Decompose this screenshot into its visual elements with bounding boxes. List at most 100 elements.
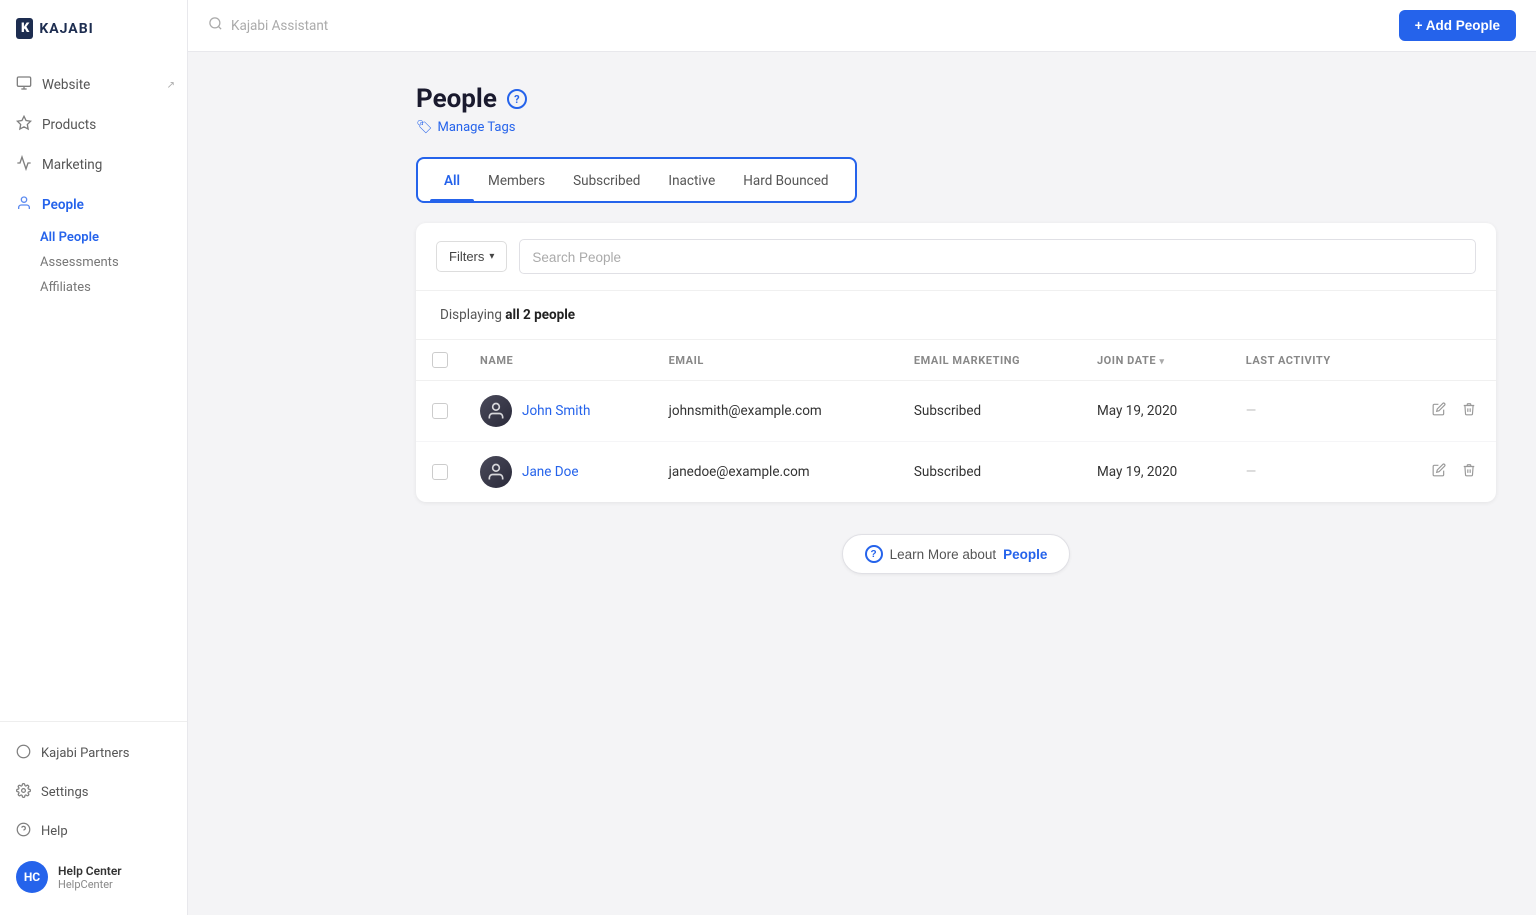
- sidebar-sub-people: All People Assessments Affiliates: [0, 225, 187, 300]
- search-area[interactable]: Kajabi Assistant: [208, 16, 328, 35]
- person-email: janedoe@example.com: [669, 464, 810, 480]
- th-join-date[interactable]: JOIN DATE ▾: [1081, 340, 1230, 381]
- tag-icon: 🏷: [416, 120, 433, 135]
- filters-button[interactable]: Filters ▾: [436, 241, 507, 272]
- learn-more-row: ? Learn More about People: [416, 502, 1496, 590]
- external-link-icon: ↗: [167, 80, 175, 91]
- sidebar-item-marketing[interactable]: Marketing: [0, 145, 187, 185]
- person-email-marketing: Subscribed: [914, 403, 981, 419]
- tab-members[interactable]: Members: [474, 159, 559, 201]
- displaying-count: Displaying all 2 people: [416, 291, 1496, 339]
- person-email-marketing: Subscribed: [914, 464, 981, 480]
- sort-icon: ▾: [1159, 357, 1164, 367]
- partners-icon: [16, 744, 31, 763]
- row-checkbox-cell: [416, 442, 464, 503]
- sidebar-item-all-people[interactable]: All People: [40, 225, 187, 250]
- people-table: NAME EMAIL EMAIL MARKETING JOIN DATE ▾ L…: [416, 339, 1496, 502]
- sidebar-item-help-label: Help: [41, 824, 68, 839]
- sidebar-item-settings-label: Settings: [41, 785, 88, 800]
- row-last-activity-cell: —: [1230, 442, 1385, 503]
- chevron-down-icon: ▾: [489, 251, 494, 262]
- sidebar-item-website-label: Website: [42, 77, 90, 93]
- table-row: John Smith johnsmith@example.com Subscri…: [416, 381, 1496, 442]
- help-tooltip-icon[interactable]: ?: [507, 89, 527, 109]
- search-placeholder[interactable]: Kajabi Assistant: [231, 18, 328, 34]
- row-checkbox[interactable]: [432, 403, 448, 419]
- page-title: People: [416, 84, 497, 114]
- help-center-label: Help Center: [58, 864, 122, 878]
- row-join-date-cell: May 19, 2020: [1081, 381, 1230, 442]
- tab-all[interactable]: All: [430, 159, 474, 201]
- delete-button[interactable]: [1458, 398, 1480, 424]
- learn-more-icon: ?: [865, 545, 883, 563]
- edit-button[interactable]: [1428, 398, 1450, 424]
- products-icon: [16, 115, 32, 135]
- logo-text: KAJABI: [39, 21, 93, 37]
- marketing-icon: [16, 155, 32, 175]
- row-name-cell: John Smith: [464, 381, 653, 442]
- table-row: Jane Doe janedoe@example.com Subscribed …: [416, 442, 1496, 503]
- sidebar-item-kajabi-partners[interactable]: Kajabi Partners: [0, 734, 187, 773]
- th-email-marketing: EMAIL MARKETING: [898, 340, 1081, 381]
- row-name-cell: Jane Doe: [464, 442, 653, 503]
- person-join-date: May 19, 2020: [1097, 403, 1177, 419]
- sidebar-item-partners-label: Kajabi Partners: [41, 746, 129, 761]
- row-email-marketing-cell: Subscribed: [898, 442, 1081, 503]
- row-email-marketing-cell: Subscribed: [898, 381, 1081, 442]
- sidebar-item-help[interactable]: Help: [0, 812, 187, 851]
- people-search-wrapper[interactable]: [519, 239, 1476, 274]
- tab-inactive[interactable]: Inactive: [654, 159, 729, 201]
- help-center-block[interactable]: HC Help Center HelpCenter: [0, 851, 187, 903]
- edit-button[interactable]: [1428, 459, 1450, 485]
- select-all-checkbox[interactable]: [432, 352, 448, 368]
- sidebar-item-assessments[interactable]: Assessments: [40, 250, 187, 275]
- row-checkbox-cell: [416, 381, 464, 442]
- tabs-container: All Members Subscribed Inactive Hard Bou…: [416, 157, 857, 203]
- person-name[interactable]: Jane Doe: [522, 464, 578, 480]
- person-join-date: May 19, 2020: [1097, 464, 1177, 480]
- logo[interactable]: K KAJABI: [0, 0, 187, 57]
- search-icon: [208, 16, 223, 35]
- sidebar-item-settings[interactable]: Settings: [0, 773, 187, 812]
- table-card: Filters ▾ Displaying all 2 people NAME E…: [416, 223, 1496, 502]
- tab-subscribed[interactable]: Subscribed: [559, 159, 654, 201]
- th-checkbox: [416, 340, 464, 381]
- page-title-row: People ?: [416, 84, 1496, 114]
- learn-more-prefix: Learn More about: [890, 547, 997, 562]
- sidebar-item-people[interactable]: People: [0, 185, 187, 225]
- filters-label: Filters: [449, 249, 484, 264]
- monitor-icon: [16, 75, 32, 95]
- table-header-row: NAME EMAIL EMAIL MARKETING JOIN DATE ▾ L…: [416, 340, 1496, 381]
- people-icon: [16, 195, 32, 215]
- sidebar-item-website[interactable]: Website ↗: [0, 65, 187, 105]
- delete-button[interactable]: [1458, 459, 1480, 485]
- tab-hard-bounced[interactable]: Hard Bounced: [729, 159, 842, 201]
- sidebar-item-products-label: Products: [42, 117, 96, 133]
- add-people-button[interactable]: + Add People: [1399, 10, 1516, 41]
- person-last-activity: —: [1246, 403, 1257, 419]
- main-content: People ? 🏷 Manage Tags All Members Subsc…: [376, 52, 1536, 915]
- row-actions-cell: [1385, 381, 1496, 442]
- learn-more-link: People: [1003, 547, 1047, 562]
- sidebar-item-affiliates[interactable]: Affiliates: [40, 275, 187, 300]
- settings-icon: [16, 783, 31, 802]
- help-icon: [16, 822, 31, 841]
- th-email: EMAIL: [653, 340, 898, 381]
- row-join-date-cell: May 19, 2020: [1081, 442, 1230, 503]
- person-name[interactable]: John Smith: [522, 403, 590, 419]
- row-email-cell: janedoe@example.com: [653, 442, 898, 503]
- table-toolbar: Filters ▾: [416, 223, 1496, 291]
- row-email-cell: johnsmith@example.com: [653, 381, 898, 442]
- th-last-activity: LAST ACTIVITY: [1230, 340, 1385, 381]
- manage-tags-link[interactable]: 🏷 Manage Tags: [416, 120, 1496, 135]
- th-name: NAME: [464, 340, 653, 381]
- row-last-activity-cell: —: [1230, 381, 1385, 442]
- table-body: John Smith johnsmith@example.com Subscri…: [416, 381, 1496, 503]
- sidebar-item-products[interactable]: Products: [0, 105, 187, 145]
- help-center-avatar: HC: [16, 861, 48, 893]
- person-email: johnsmith@example.com: [669, 403, 822, 419]
- learn-more-button[interactable]: ? Learn More about People: [842, 534, 1071, 574]
- row-checkbox[interactable]: [432, 464, 448, 480]
- row-actions-cell: [1385, 442, 1496, 503]
- people-search-input[interactable]: [532, 250, 709, 265]
